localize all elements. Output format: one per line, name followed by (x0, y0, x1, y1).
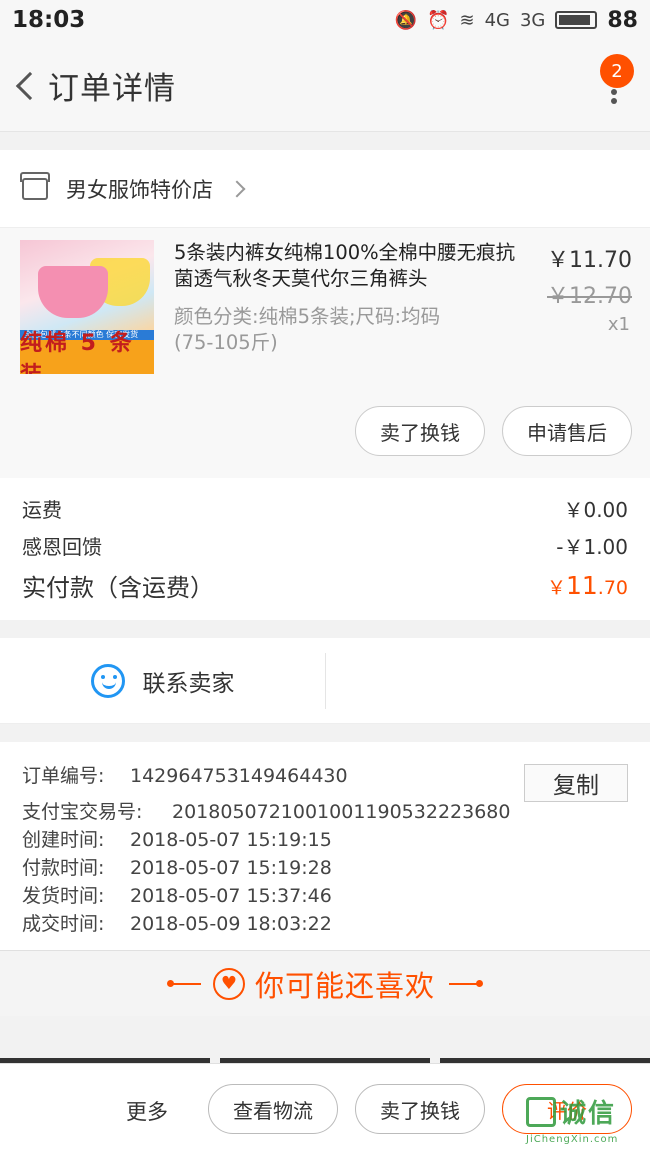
divider-line (449, 979, 483, 987)
more-dot-icon (611, 89, 617, 95)
product-item[interactable]: 全国包邮 5条不同颜色 保密发货 纯棉 5 条装 5条装内裤女纯棉100%全棉中… (0, 228, 650, 478)
created-time-label: 创建时间: (22, 829, 105, 851)
shipping-value: ￥0.00 (563, 498, 628, 522)
total-label: 实付款（含运费） (22, 573, 214, 602)
wifi-icon: ≋ (459, 9, 475, 31)
shop-name: 男女服饰特价店 (66, 177, 213, 202)
price-summary: 运费 ￥0.00 感恩回馈 -￥1.00 实付款（含运费） ￥11.70 (0, 478, 650, 620)
bottom-action-bar: 更多 查看物流 卖了换钱 评价 (0, 1063, 650, 1155)
completed-time-value: 2018-05-09 18:03:22 (130, 913, 332, 935)
total-decimal: .70 (597, 576, 628, 599)
signal-4g-icon: 4G (484, 9, 510, 31)
reward-row: 感恩回馈 -￥1.00 (22, 527, 628, 564)
created-time-row: 创建时间: 2018-05-07 15:19:15 (22, 826, 628, 854)
mute-icon: 🔕 (394, 9, 418, 31)
back-button[interactable] (4, 40, 46, 132)
paid-time-value: 2018-05-07 15:19:28 (130, 857, 332, 879)
more-dot-icon (611, 98, 617, 104)
product-thumbnail[interactable]: 全国包邮 5条不同颜色 保密发货 纯棉 5 条装 (20, 240, 154, 374)
alipay-value: 2018050721001001190532223680 (172, 801, 511, 823)
status-icons: 🔕 ⏰ ≋ 4G 3G 88 (395, 8, 638, 33)
shop-icon (20, 171, 50, 200)
notification-badge: 2 (600, 54, 634, 88)
nav-bar: 订单详情 2 (0, 40, 650, 132)
contact-seller-label: 联系卖家 (142, 670, 235, 697)
alipay-label: 支付宝交易号: (22, 801, 143, 823)
total-value: ￥11.70 (547, 571, 628, 600)
status-bar: 18:03 🔕 ⏰ ≋ 4G 3G 88 (0, 0, 650, 40)
shipped-time-row: 发货时间: 2018-05-07 15:37:46 (22, 882, 628, 910)
product-original-price: ￥12.70 (547, 284, 632, 309)
order-info: 订单编号: 142964753149464430 复制 支付宝交易号: 2018… (0, 742, 650, 950)
product-price: ￥11.70 (547, 248, 632, 273)
battery-level: 88 (607, 7, 638, 33)
alarm-icon: ⏰ (427, 9, 450, 31)
shipping-row: 运费 ￥0.00 (22, 490, 628, 527)
thumbnail-banner-bottom: 纯棉 5 条装 (20, 331, 154, 374)
sell-for-cash-bottom-button[interactable]: 卖了换钱 (355, 1084, 485, 1134)
chevron-right-icon (228, 180, 246, 197)
contact-row: 联系卖家 (0, 638, 650, 724)
order-number-value: 142964753149464430 (130, 765, 348, 787)
alipay-row: 支付宝交易号: 2018050721001001190532223680 (22, 798, 628, 826)
reward-value: -￥1.00 (556, 535, 628, 559)
heart-icon: ♥ (212, 967, 245, 1000)
battery-icon (555, 11, 598, 29)
shipping-label: 运费 (22, 498, 62, 522)
thumbnail-graphic (38, 266, 108, 318)
total-integer: 11 (565, 570, 598, 600)
order-item-card: 男女服饰特价店 全国包邮 5条不同颜色 保密发货 纯棉 5 条装 5条装内裤女纯… (0, 150, 650, 620)
product-quantity: x1 (607, 314, 630, 335)
shop-row[interactable]: 男女服饰特价店 (0, 150, 650, 228)
completed-time-label: 成交时间: (22, 913, 105, 935)
product-title: 5条装内裤女纯棉100%全棉中腰无痕抗菌透气秋冬天莫代尔三角裤头 (174, 241, 516, 290)
paid-time-label: 付款时间: (22, 857, 105, 879)
recommend-title: 你可能还喜欢 (254, 968, 435, 1003)
completed-time-row: 成交时间: 2018-05-09 18:03:22 (22, 910, 628, 938)
recommend-header: ♥ 你可能还喜欢 (0, 950, 650, 1016)
shipped-time-value: 2018-05-07 15:37:46 (130, 885, 332, 907)
status-time: 18:03 (12, 7, 86, 33)
spacer (0, 724, 650, 742)
contact-seller-button[interactable]: 联系卖家 (0, 652, 326, 709)
shipped-time-label: 发货时间: (22, 885, 105, 907)
smile-icon (90, 663, 125, 698)
view-logistics-button[interactable]: 查看物流 (208, 1084, 338, 1134)
divider-line (166, 979, 201, 987)
created-time-value: 2018-05-07 15:19:15 (130, 829, 332, 851)
signal-3g-icon: 3G (519, 9, 546, 31)
copy-button[interactable]: 复制 (524, 764, 628, 802)
back-arrow-icon (15, 71, 45, 100)
total-row: 实付款（含运费） ￥11.70 (22, 564, 628, 606)
total-currency: ￥ (546, 576, 566, 599)
reward-label: 感恩回馈 (22, 535, 102, 559)
more-actions-button[interactable]: 更多 (126, 1096, 168, 1126)
product-spec: 颜色分类:纯棉5条装;尺码:均码(75-105斤) (174, 305, 441, 354)
sell-for-cash-button[interactable]: 卖了换钱 (355, 406, 485, 456)
spacer (0, 620, 650, 638)
spacer (0, 132, 650, 150)
paid-time-row: 付款时间: 2018-05-07 15:19:28 (22, 854, 628, 882)
review-button[interactable]: 评价 (502, 1084, 632, 1134)
page-title: 订单详情 (48, 71, 176, 107)
apply-after-sale-button[interactable]: 申请售后 (502, 406, 632, 456)
order-number-label: 订单编号: (22, 765, 105, 787)
